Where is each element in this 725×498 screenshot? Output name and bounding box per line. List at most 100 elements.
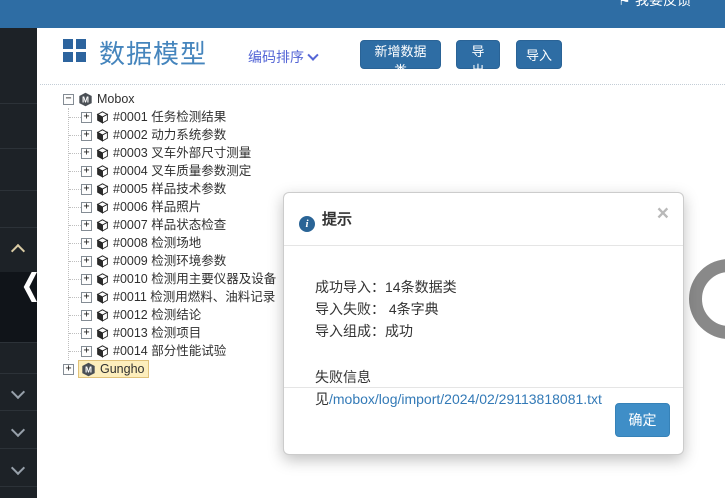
tree-row[interactable]: + #0002 动力系统参数 bbox=[69, 126, 276, 144]
tree-node[interactable]: M Mobox bbox=[78, 90, 135, 108]
tree-row[interactable]: + #0012 检测结论 bbox=[69, 306, 276, 324]
tree-row[interactable]: −M Mobox bbox=[37, 90, 276, 108]
tree-row[interactable]: + #0005 样品技术参数 bbox=[69, 180, 276, 198]
tree-row[interactable]: + #0009 检测环境参数 bbox=[69, 252, 276, 270]
header-separator bbox=[40, 84, 725, 85]
sidebar-divider bbox=[0, 410, 37, 411]
tree-row[interactable]: + #0013 检测项目 bbox=[69, 324, 276, 342]
expand-node-icon[interactable]: + bbox=[81, 256, 92, 267]
tree-node-label[interactable]: #0006 样品照片 bbox=[113, 198, 201, 216]
tree-node-label[interactable]: #0011 检测用燃料、油料记录 bbox=[113, 288, 275, 306]
dataclass-cube-icon bbox=[96, 255, 109, 268]
chevron-down-icon[interactable] bbox=[11, 423, 25, 437]
dataclass-cube-icon bbox=[96, 201, 109, 214]
dataclass-cube-icon bbox=[96, 147, 109, 160]
expand-node-icon[interactable]: + bbox=[81, 328, 92, 339]
tree-row[interactable]: + #0008 检测场地 bbox=[69, 234, 276, 252]
tree-node-label[interactable]: #0003 叉车外部尺寸测量 bbox=[113, 144, 251, 162]
import-result-dialog: i 提示 × 成功导入：14条数据类 导入失败： 4条字典 导入组成：成功 失败信… bbox=[283, 192, 684, 455]
page-title: 数据模型 bbox=[99, 34, 207, 71]
expand-node-icon[interactable]: + bbox=[81, 274, 92, 285]
tree-node-label[interactable]: #0012 检测结论 bbox=[113, 306, 201, 324]
sidebar-divider bbox=[0, 148, 37, 149]
tree-node-label[interactable]: #0005 样品技术参数 bbox=[113, 180, 226, 198]
dataclass-cube-icon bbox=[96, 129, 109, 142]
chevron-down-icon bbox=[307, 50, 318, 61]
svg-text:M: M bbox=[85, 364, 92, 374]
expand-node-icon[interactable]: + bbox=[81, 202, 92, 213]
tree-row[interactable]: + #0003 叉车外部尺寸测量 bbox=[69, 144, 276, 162]
expand-node-icon[interactable]: + bbox=[81, 112, 92, 123]
tree-node-selected[interactable]: M Gungho bbox=[78, 360, 149, 378]
sidebar-active-section bbox=[0, 272, 37, 342]
dialog-header: i 提示 × bbox=[284, 193, 683, 246]
expand-node-icon[interactable]: + bbox=[81, 292, 92, 303]
dataclass-cube-icon bbox=[96, 345, 109, 358]
tree-node-label[interactable]: #0014 部分性能试验 bbox=[113, 342, 226, 360]
dataclass-cube-icon bbox=[96, 309, 109, 322]
dataclass-cube-icon bbox=[96, 291, 109, 304]
expand-node-icon[interactable]: + bbox=[63, 364, 74, 375]
chevron-down-icon[interactable] bbox=[11, 385, 25, 399]
tree-node-label[interactable]: #0002 动力系统参数 bbox=[113, 126, 226, 144]
sidebar-divider bbox=[0, 227, 37, 228]
sidebar-divider bbox=[0, 342, 37, 343]
tree-row[interactable]: + #0004 叉车质量参数测定 bbox=[69, 162, 276, 180]
tree-node-label[interactable]: #0009 检测环境参数 bbox=[113, 252, 226, 270]
expand-node-icon[interactable]: + bbox=[81, 220, 92, 231]
import-button[interactable]: 导入 bbox=[516, 40, 562, 69]
dialog-footer: 确定 bbox=[284, 387, 683, 454]
mobox-logo-icon: M bbox=[78, 92, 93, 107]
expand-node-icon[interactable]: + bbox=[81, 130, 92, 141]
dialog-title: 提示 bbox=[322, 211, 352, 228]
tree-node-label[interactable]: #0013 检测项目 bbox=[113, 324, 201, 342]
tree-row[interactable]: + #0011 检测用燃料、油料记录 bbox=[69, 288, 276, 306]
tree-row[interactable]: + #0007 样品状态检查 bbox=[69, 216, 276, 234]
chevron-down-icon[interactable] bbox=[11, 461, 25, 475]
tree-row[interactable]: + #0010 检测用主要仪器及设备 bbox=[69, 270, 276, 288]
dataclass-cube-icon bbox=[96, 165, 109, 178]
collapse-sidebar-arrow-icon[interactable] bbox=[23, 272, 37, 302]
chevron-up-icon[interactable] bbox=[11, 244, 25, 258]
tree-node-label[interactable]: #0004 叉车质量参数测定 bbox=[113, 162, 251, 180]
dataclass-cube-icon bbox=[96, 327, 109, 340]
tree-row[interactable]: + #0014 部分性能试验 bbox=[69, 342, 276, 360]
tree-row[interactable]: + #0001 任务检测结果 bbox=[69, 108, 276, 126]
tree-node-label[interactable]: Gungho bbox=[100, 360, 144, 378]
ok-button[interactable]: 确定 bbox=[615, 403, 670, 437]
sort-order-dropdown[interactable]: 编码排序 bbox=[248, 47, 317, 67]
close-icon[interactable]: × bbox=[657, 203, 669, 224]
dataclass-cube-icon bbox=[96, 273, 109, 286]
import-success-line: 成功导入：14条数据类 bbox=[315, 276, 652, 298]
left-sidebar bbox=[0, 28, 37, 498]
tree-node-label[interactable]: #0001 任务检测结果 bbox=[113, 108, 226, 126]
expand-node-icon[interactable]: + bbox=[81, 346, 92, 357]
tree-node-label[interactable]: Mobox bbox=[97, 90, 135, 108]
tree-node-label[interactable]: #0008 检测场地 bbox=[113, 234, 201, 252]
expand-node-icon[interactable]: + bbox=[81, 184, 92, 195]
collapse-node-icon[interactable]: − bbox=[63, 94, 74, 105]
sidebar-divider bbox=[0, 103, 37, 104]
tree-row[interactable]: + M Gungho bbox=[37, 360, 276, 378]
top-navbar: ⚑ 我要反馈 bbox=[0, 0, 725, 28]
tree-node-label[interactable]: #0010 检测用主要仪器及设备 bbox=[113, 270, 276, 288]
import-failed-line: 导入失败： 4条字典 bbox=[315, 298, 652, 320]
expand-node-icon[interactable]: + bbox=[81, 238, 92, 249]
tree-row[interactable]: + #0006 样品照片 bbox=[69, 198, 276, 216]
tree-node-label[interactable]: #0007 样品状态检查 bbox=[113, 216, 226, 234]
feedback-link[interactable]: ⚑ 我要反馈 bbox=[618, 0, 691, 9]
info-icon: i bbox=[299, 216, 315, 232]
import-compose-line: 导入组成：成功 bbox=[315, 320, 652, 342]
dataclass-cube-icon bbox=[96, 111, 109, 124]
expand-node-icon[interactable]: + bbox=[81, 148, 92, 159]
tree-children: + #0001 任务检测结果 + #0002 动力系统参数 + #0003 叉车外部尺寸测… bbox=[68, 108, 276, 360]
svg-text:M: M bbox=[82, 94, 89, 104]
dataclass-cube-icon bbox=[96, 183, 109, 196]
sidebar-divider bbox=[0, 448, 37, 449]
expand-node-icon[interactable]: + bbox=[81, 166, 92, 177]
dialog-body: 成功导入：14条数据类 导入失败： 4条字典 导入组成：成功 失败信息见/mob… bbox=[284, 246, 683, 410]
add-dataclass-button[interactable]: 新增数据类 bbox=[360, 40, 441, 69]
expand-node-icon[interactable]: + bbox=[81, 310, 92, 321]
data-model-tree: −MMobox+#0001 任务检测结果+#0002 动力系统参数+#0003 … bbox=[37, 90, 276, 378]
export-button[interactable]: 导出 bbox=[456, 40, 500, 69]
